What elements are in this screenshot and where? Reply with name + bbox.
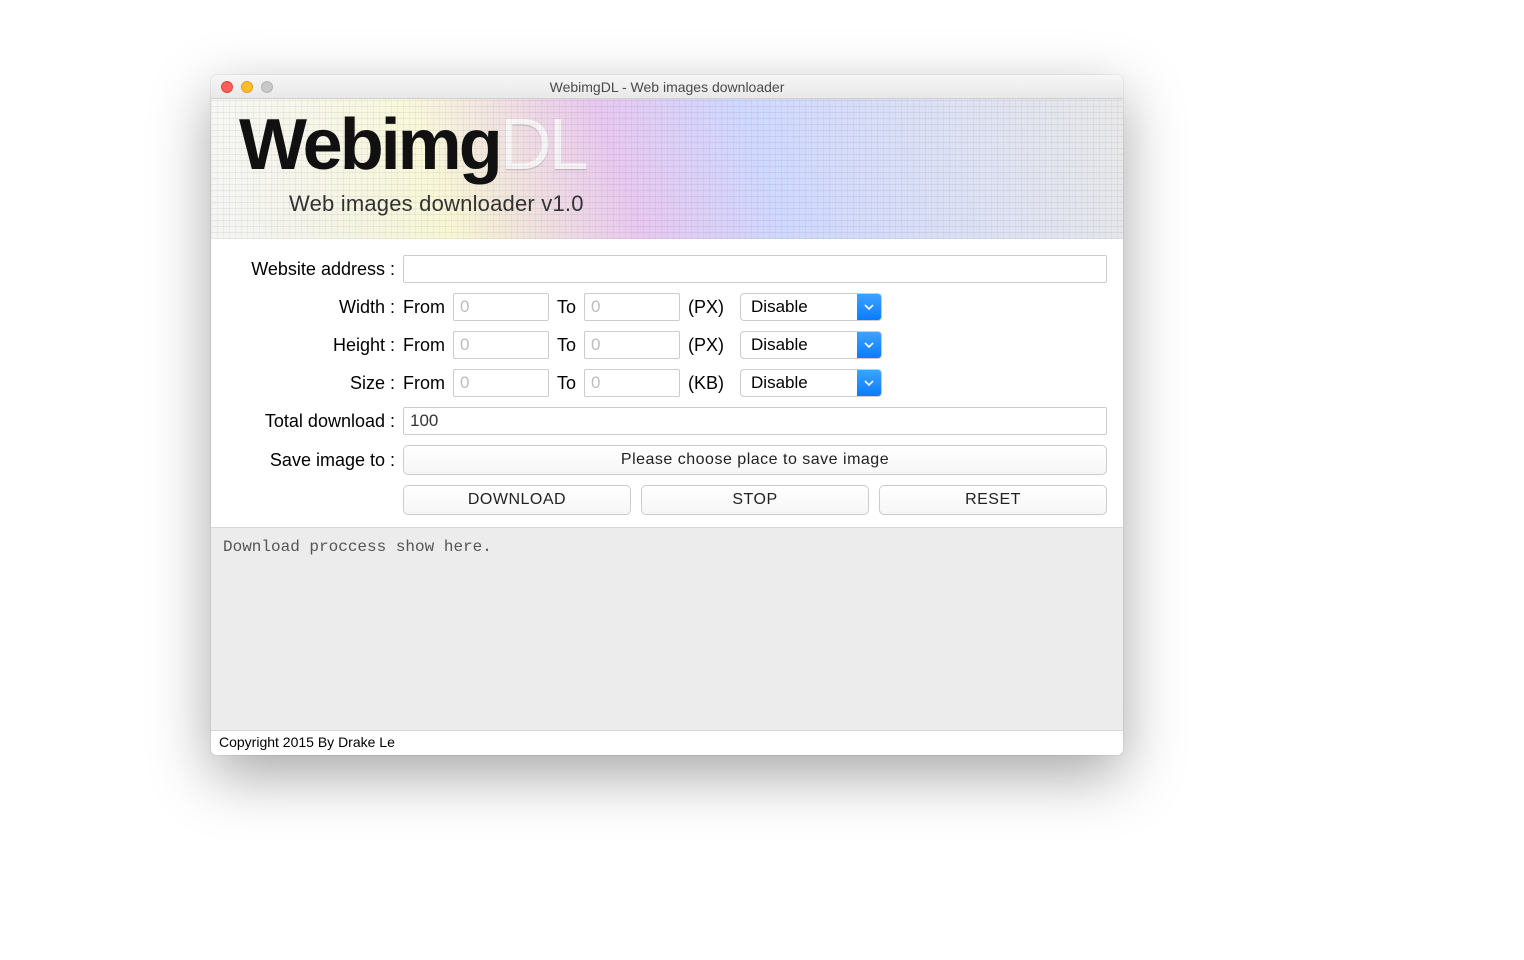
chevron-down-icon <box>857 332 881 358</box>
width-unit: (PX) <box>688 297 732 318</box>
footer-copyright: Copyright 2015 By Drake Le <box>211 731 1123 755</box>
titlebar: WebimgDL - Web images downloader <box>211 75 1123 99</box>
stop-button[interactable]: STOP <box>641 485 869 515</box>
download-button[interactable]: DOWNLOAD <box>403 485 631 515</box>
height-select-value: Disable <box>741 335 857 355</box>
logo-main: Webimg <box>239 105 500 185</box>
width-select[interactable]: Disable <box>740 293 882 321</box>
height-from-label: From <box>403 335 445 356</box>
total-input[interactable] <box>403 407 1107 435</box>
window-title: WebimgDL - Web images downloader <box>211 79 1123 95</box>
size-to-label: To <box>557 373 576 394</box>
width-select-value: Disable <box>741 297 857 317</box>
size-select-value: Disable <box>741 373 857 393</box>
chevron-down-icon <box>857 294 881 320</box>
height-label: Height : <box>219 335 403 356</box>
height-to-label: To <box>557 335 576 356</box>
app-window: WebimgDL - Web images downloader WebimgD… <box>211 75 1123 755</box>
width-from-label: From <box>403 297 445 318</box>
height-from-input[interactable] <box>453 331 549 359</box>
size-unit: (KB) <box>688 373 732 394</box>
size-from-input[interactable] <box>453 369 549 397</box>
size-from-label: From <box>403 373 445 394</box>
total-label: Total download : <box>219 411 403 432</box>
chevron-down-icon <box>857 370 881 396</box>
website-input[interactable] <box>403 255 1107 283</box>
log-output: Download proccess show here. <box>211 527 1123 731</box>
maximize-icon[interactable] <box>261 81 273 93</box>
save-location-button[interactable]: Please choose place to save image <box>403 445 1107 475</box>
size-select[interactable]: Disable <box>740 369 882 397</box>
close-icon[interactable] <box>221 81 233 93</box>
banner: WebimgDL Web images downloader v1.0 <box>211 99 1123 239</box>
website-label: Website address : <box>219 259 403 280</box>
size-to-input[interactable] <box>584 369 680 397</box>
form-area: Website address : Width : From To (PX) D… <box>211 239 1123 527</box>
height-select[interactable]: Disable <box>740 331 882 359</box>
height-unit: (PX) <box>688 335 732 356</box>
banner-subtitle: Web images downloader v1.0 <box>289 191 584 217</box>
logo-suffix: DL <box>500 105 586 185</box>
width-to-input[interactable] <box>584 293 680 321</box>
save-label: Save image to : <box>219 450 403 471</box>
minimize-icon[interactable] <box>241 81 253 93</box>
height-to-input[interactable] <box>584 331 680 359</box>
banner-logo: WebimgDL <box>239 109 586 181</box>
width-label: Width : <box>219 297 403 318</box>
traffic-lights <box>211 81 273 93</box>
reset-button[interactable]: RESET <box>879 485 1107 515</box>
width-from-input[interactable] <box>453 293 549 321</box>
width-to-label: To <box>557 297 576 318</box>
size-label: Size : <box>219 373 403 394</box>
